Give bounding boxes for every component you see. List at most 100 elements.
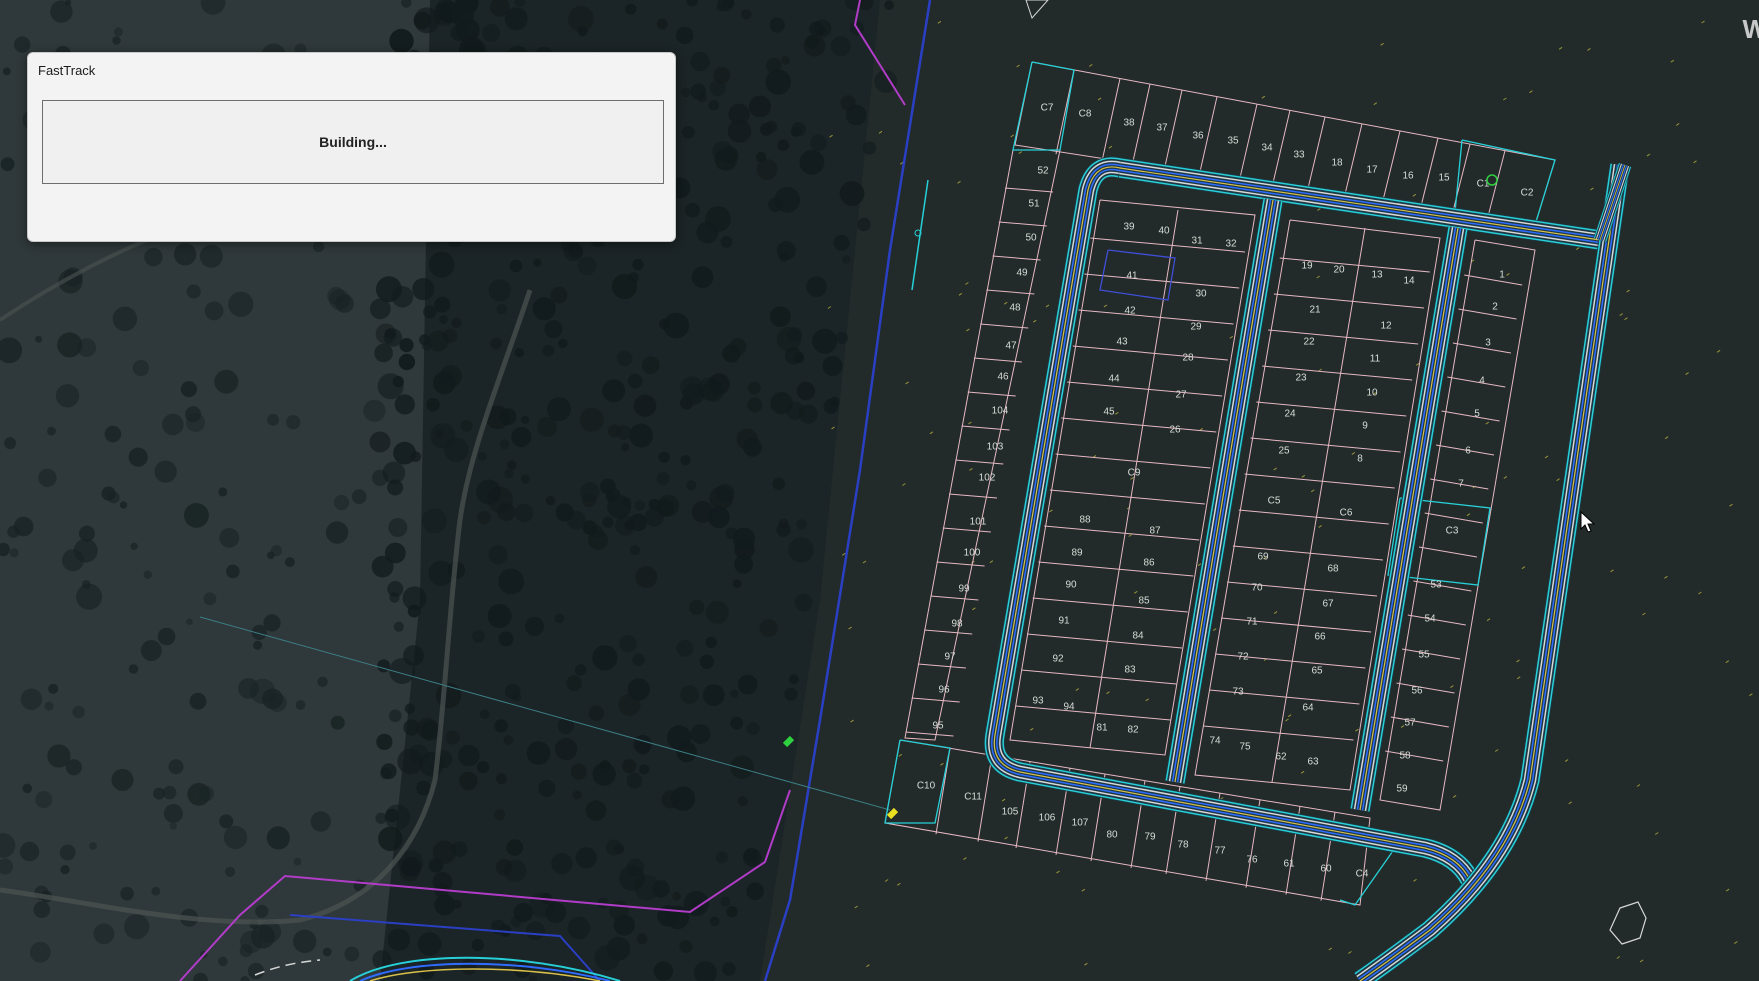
shrub-blob <box>317 676 328 687</box>
tree-canopy-blob <box>388 518 408 537</box>
tree-canopy-blob <box>477 761 490 774</box>
shrub-blob <box>228 291 254 317</box>
tree-canopy-blob <box>558 338 568 349</box>
lot-label-51: 51 <box>1028 199 1040 210</box>
tree-canopy-blob <box>806 276 827 298</box>
tree-canopy-blob <box>566 675 582 691</box>
shrub-blob <box>72 705 85 719</box>
shrub-blob <box>219 814 234 829</box>
lot-label-1: 1 <box>1499 270 1505 281</box>
tree-canopy-blob <box>656 472 670 485</box>
tree-canopy-blob <box>857 217 871 232</box>
tree-canopy-blob <box>460 958 477 975</box>
tree-canopy-blob <box>884 0 894 10</box>
tree-canopy-blob <box>439 365 462 388</box>
tree-canopy-blob <box>699 654 714 669</box>
shrub-blob <box>270 545 282 557</box>
tree-canopy-blob <box>653 961 674 981</box>
lot-label-77: 77 <box>1214 846 1226 857</box>
tree-canopy-blob <box>570 763 587 780</box>
shrub-blob <box>168 759 184 775</box>
lot-label-63: 63 <box>1307 757 1319 768</box>
tree-canopy-blob <box>384 328 396 339</box>
tree-canopy-blob <box>554 613 565 624</box>
tree-canopy-blob <box>369 431 391 453</box>
shrub-blob <box>0 157 15 172</box>
tree-canopy-blob <box>385 808 399 823</box>
map-viewport[interactable]: C7 C8 38 37 36 35 34 33 18 17 16 15 C1 C2 52 51 50 49 48 47… <box>0 0 1759 981</box>
shrub-blob <box>154 460 177 483</box>
tree-canopy-blob <box>830 36 851 57</box>
tree-canopy-blob <box>503 859 527 882</box>
tree-canopy-blob <box>428 251 455 278</box>
lot-label-64: 64 <box>1302 703 1314 714</box>
progress-panel: Building... <box>42 100 664 184</box>
tree-canopy-blob <box>714 148 738 171</box>
tree-canopy-blob <box>397 748 424 775</box>
tree-canopy-blob <box>426 397 440 412</box>
shrub-blob <box>329 289 350 311</box>
shrub-blob <box>293 857 302 866</box>
shrub-blob <box>322 947 332 957</box>
lot-label-55: 55 <box>1418 650 1430 661</box>
tree-canopy-blob <box>632 653 645 667</box>
lot-label-4: 4 <box>1479 376 1485 387</box>
lot-label-8: 8 <box>1357 454 1363 465</box>
tree-canopy-blob <box>477 510 491 525</box>
tree-canopy-blob <box>812 328 838 354</box>
lot-label-17: 17 <box>1366 165 1378 176</box>
tree-canopy-blob <box>705 636 717 649</box>
shrub-blob <box>187 782 211 806</box>
lot-label-57: 57 <box>1404 718 1416 729</box>
tree-canopy-blob <box>510 916 522 927</box>
tree-canopy-blob <box>478 452 487 461</box>
shrub-blob <box>247 962 265 980</box>
tree-canopy-blob <box>451 4 474 28</box>
tree-canopy-blob <box>451 317 462 328</box>
shrub-blob <box>151 886 161 896</box>
fasttrack-dialog[interactable]: FastTrack Building... <box>27 52 676 242</box>
tree-canopy-blob <box>412 278 435 301</box>
tree-canopy-blob <box>722 344 741 363</box>
shrub-blob <box>14 36 31 53</box>
shrub-blob <box>153 787 166 800</box>
shrub-blob <box>60 865 70 875</box>
lot-label-68: 68 <box>1327 564 1339 575</box>
tree-canopy-blob <box>439 315 448 324</box>
tree-canopy-blob <box>748 95 771 118</box>
tree-canopy-blob <box>636 933 648 945</box>
tree-canopy-blob <box>769 17 785 33</box>
lot-label-16: 16 <box>1402 171 1414 182</box>
tree-canopy-blob <box>627 373 643 389</box>
tree-canopy-blob <box>680 455 691 466</box>
shrub-blob <box>48 683 59 694</box>
tree-canopy-blob <box>506 839 524 856</box>
shrub-blob <box>59 844 76 861</box>
lot-label-c3: C3 <box>1446 526 1459 537</box>
tree-canopy-blob <box>691 266 714 289</box>
tree-canopy-blob <box>374 343 393 363</box>
tree-canopy-blob <box>568 244 583 259</box>
tree-canopy-blob <box>499 439 510 450</box>
tree-canopy-blob <box>619 634 637 653</box>
tree-canopy-blob <box>737 674 758 695</box>
tree-canopy-blob <box>734 554 753 574</box>
tree-canopy-blob <box>862 141 877 155</box>
shrub-blob <box>186 618 193 625</box>
shrub-blob <box>169 822 177 830</box>
lot-label-18: 18 <box>1331 158 1343 169</box>
tree-canopy-blob <box>784 347 802 365</box>
tree-canopy-blob <box>799 149 825 175</box>
tree-canopy-blob <box>575 847 597 869</box>
tree-canopy-blob <box>514 347 524 358</box>
shrub-blob <box>128 447 148 467</box>
tree-canopy-blob <box>417 932 442 956</box>
cleared-field <box>760 0 1759 981</box>
tree-canopy-blob <box>810 134 827 152</box>
tree-canopy-blob <box>542 344 555 357</box>
tree-canopy-blob <box>371 555 394 578</box>
shrub-blob <box>9 548 19 558</box>
lot-label-89: 89 <box>1071 548 1083 559</box>
tree-canopy-blob <box>389 592 400 603</box>
dialog-title: FastTrack <box>38 62 96 78</box>
